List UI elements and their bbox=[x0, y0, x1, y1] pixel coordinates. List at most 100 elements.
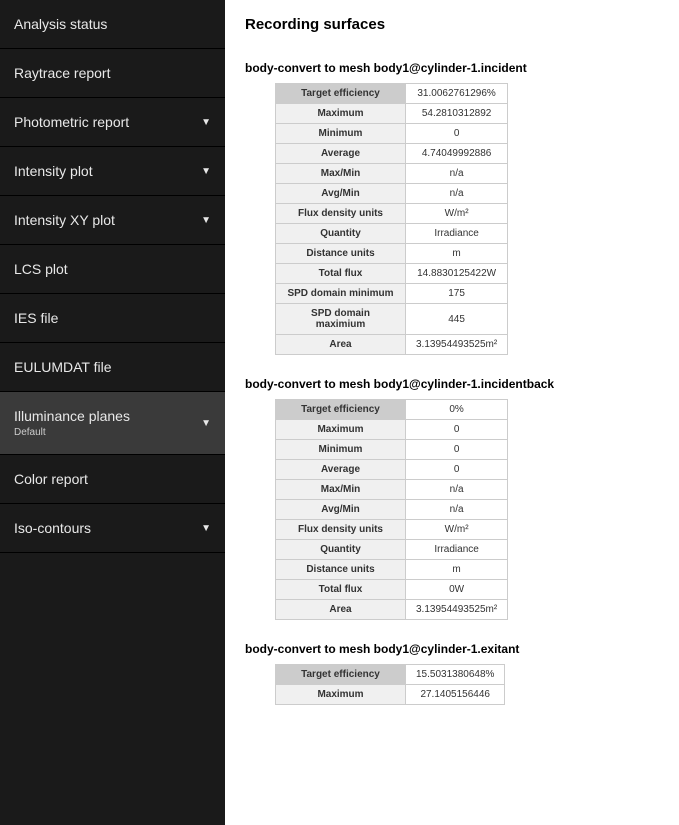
table-row: Area3.13954493525m² bbox=[276, 600, 508, 620]
nav-item-label: IES file bbox=[14, 310, 58, 326]
table-row-label: Target efficiency bbox=[276, 400, 406, 420]
table-row-value: 31.0062761296% bbox=[406, 84, 508, 104]
table-row-label: SPD domain maximium bbox=[276, 304, 406, 335]
table-row: SPD domain maximium445 bbox=[276, 304, 508, 335]
table-row-value: 14.8830125422W bbox=[406, 264, 508, 284]
table-row: Minimum0 bbox=[276, 440, 508, 460]
table-row-value: 3.13954493525m² bbox=[406, 600, 508, 620]
chevron-down-icon: ▼ bbox=[201, 523, 211, 534]
table-row: Avg/Minn/a bbox=[276, 500, 508, 520]
table-row: Target efficiency31.0062761296% bbox=[276, 84, 508, 104]
table-row: Target efficiency0% bbox=[276, 400, 508, 420]
table-row-value: 175 bbox=[406, 284, 508, 304]
nav-item-label: Raytrace report bbox=[14, 65, 110, 81]
table-row-value: m bbox=[406, 244, 508, 264]
table-row: Target efficiency15.5031380648% bbox=[276, 665, 505, 685]
table-row-value: 0 bbox=[406, 124, 508, 144]
table-row: Total flux14.8830125422W bbox=[276, 264, 508, 284]
table-row-value: 445 bbox=[406, 304, 508, 335]
table-row: Maximum54.2810312892 bbox=[276, 104, 508, 124]
table-row-value: n/a bbox=[406, 184, 508, 204]
table-row: Max/Minn/a bbox=[276, 164, 508, 184]
table-row-value: m bbox=[406, 560, 508, 580]
table-row-label: Average bbox=[276, 144, 406, 164]
table-row: Average4.74049992886 bbox=[276, 144, 508, 164]
main-content: Recording surfaces body-convert to mesh … bbox=[225, 0, 679, 825]
table-row-label: Flux density units bbox=[276, 204, 406, 224]
table-row-label: Area bbox=[276, 600, 406, 620]
nav-item-label: EULUMDAT file bbox=[14, 359, 112, 375]
table-row-value: Irradiance bbox=[406, 540, 508, 560]
table-row-label: Total flux bbox=[276, 580, 406, 600]
table-row: Max/Minn/a bbox=[276, 480, 508, 500]
nav-item-label: Analysis status bbox=[14, 16, 107, 32]
table-row-label: Maximum bbox=[276, 685, 406, 705]
nav-item-color-report[interactable]: Color report bbox=[0, 455, 225, 504]
table-row: Flux density unitsW/m² bbox=[276, 204, 508, 224]
table-row-label: SPD domain minimum bbox=[276, 284, 406, 304]
nav-item-label: Color report bbox=[14, 471, 88, 487]
data-table: Target efficiency15.5031380648%Maximum27… bbox=[275, 664, 505, 705]
table-row-label: Distance units bbox=[276, 560, 406, 580]
nav-item-label: Intensity XY plot bbox=[14, 212, 115, 228]
table-row-label: Distance units bbox=[276, 244, 406, 264]
table-row-value: n/a bbox=[406, 500, 508, 520]
table-row-value: W/m² bbox=[406, 204, 508, 224]
table-row: QuantityIrradiance bbox=[276, 224, 508, 244]
table-row-value: 0 bbox=[406, 460, 508, 480]
chevron-down-icon: ▼ bbox=[201, 215, 211, 226]
table-row-value: n/a bbox=[406, 164, 508, 184]
table-row: Area3.13954493525m² bbox=[276, 335, 508, 355]
table-row-label: Avg/Min bbox=[276, 184, 406, 204]
nav-item-lcs-plot[interactable]: LCS plot bbox=[0, 245, 225, 294]
table-row-value: 0W bbox=[406, 580, 508, 600]
nav-item-intensity-plot[interactable]: Intensity plot▼ bbox=[0, 147, 225, 196]
chevron-down-icon: ▼ bbox=[201, 117, 211, 128]
nav-item-raytrace-report[interactable]: Raytrace report bbox=[0, 49, 225, 98]
table-row: Total flux0W bbox=[276, 580, 508, 600]
data-table: Target efficiency0%Maximum0Minimum0Avera… bbox=[275, 399, 508, 620]
nav-item-ies-file[interactable]: IES file bbox=[0, 294, 225, 343]
nav-item-eulumdat-file[interactable]: EULUMDAT file bbox=[0, 343, 225, 392]
table-row-label: Total flux bbox=[276, 264, 406, 284]
table-row: QuantityIrradiance bbox=[276, 540, 508, 560]
nav-item-intensity-xy-plot[interactable]: Intensity XY plot ▼ bbox=[0, 196, 225, 245]
table-row-value: 4.74049992886 bbox=[406, 144, 508, 164]
table-row-label: Minimum bbox=[276, 440, 406, 460]
table-row: Distance unitsm bbox=[276, 244, 508, 264]
table-row-value: 3.13954493525m² bbox=[406, 335, 508, 355]
table-row-value: 0% bbox=[406, 400, 508, 420]
table-row-value: 15.5031380648% bbox=[406, 665, 505, 685]
table-row-label: Maximum bbox=[276, 420, 406, 440]
section-title: body-convert to mesh body1@cylinder-1.in… bbox=[245, 377, 659, 391]
table-row-value: 0 bbox=[406, 420, 508, 440]
table-row-label: Flux density units bbox=[276, 520, 406, 540]
table-row-value: 54.2810312892 bbox=[406, 104, 508, 124]
table-row: Avg/Minn/a bbox=[276, 184, 508, 204]
data-table: Target efficiency31.0062761296%Maximum54… bbox=[275, 83, 508, 355]
table-row-label: Target efficiency bbox=[276, 84, 406, 104]
nav-item-iso-contours[interactable]: Iso-contours ▼ bbox=[0, 504, 225, 553]
nav-item-sublabel: Default bbox=[14, 427, 130, 438]
section-title: body-convert to mesh body1@cylinder-1.in… bbox=[245, 61, 659, 75]
table-row-value: W/m² bbox=[406, 520, 508, 540]
table-row: Maximum27.1405156446 bbox=[276, 685, 505, 705]
table-row-label: Max/Min bbox=[276, 164, 406, 184]
table-row-label: Area bbox=[276, 335, 406, 355]
nav-item-illuminance-planes[interactable]: Illuminance planesDefault▼ bbox=[0, 392, 225, 455]
chevron-down-icon: ▼ bbox=[201, 418, 211, 429]
nav-item-photometric-report[interactable]: Photometric report▼ bbox=[0, 98, 225, 147]
nav-item-label: Iso-contours bbox=[14, 520, 91, 536]
table-row-label: Quantity bbox=[276, 224, 406, 244]
sidebar: Analysis status Raytrace report Photometri… bbox=[0, 0, 225, 825]
nav-item-label: LCS plot bbox=[14, 261, 68, 277]
table-row-label: Target efficiency bbox=[276, 665, 406, 685]
table-row: Distance unitsm bbox=[276, 560, 508, 580]
nav-item-analysis-status[interactable]: Analysis status bbox=[0, 0, 225, 49]
page-title: Recording surfaces bbox=[245, 16, 659, 33]
table-row-value: n/a bbox=[406, 480, 508, 500]
nav-item-label: Intensity plot bbox=[14, 163, 93, 179]
table-row-label: Average bbox=[276, 460, 406, 480]
table-row: Minimum0 bbox=[276, 124, 508, 144]
section-title: body-convert to mesh body1@cylinder-1.ex… bbox=[245, 642, 659, 656]
